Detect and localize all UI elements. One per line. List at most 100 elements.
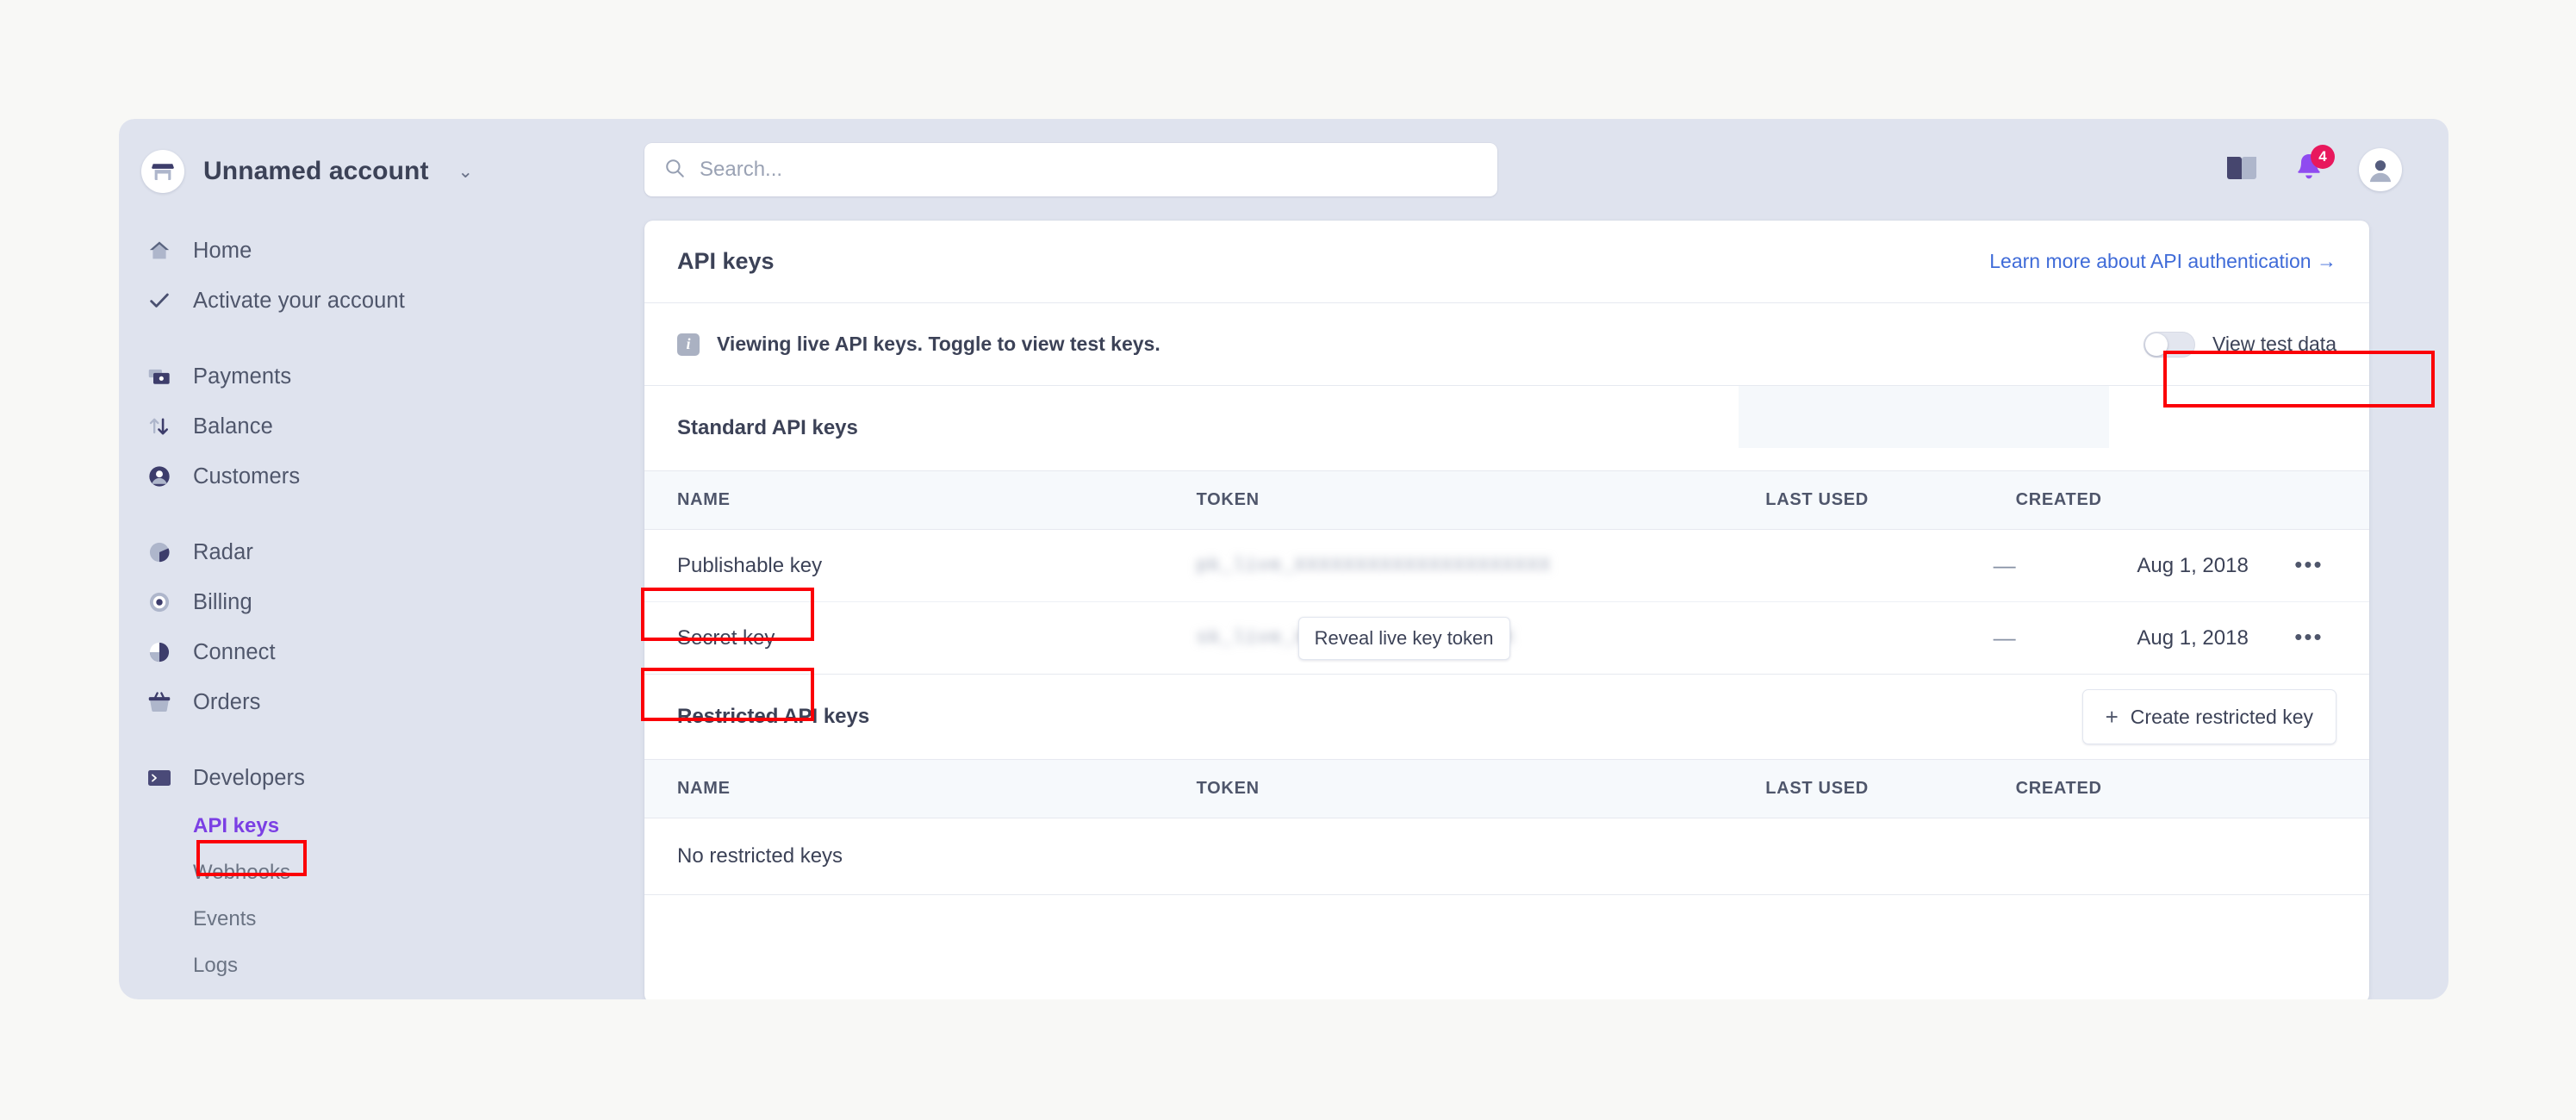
notifications-button[interactable]: 4 <box>2293 144 2335 189</box>
sidebar-item-label: Activate your account <box>193 288 405 313</box>
last-used-value: — <box>1993 552 2016 578</box>
table-header-row: NAME TOKEN LAST USED CREATED <box>644 759 2369 818</box>
table-row[interactable]: Secret key sk_live_XXXXXXXXXXXXXXXXXX Re… <box>644 601 2369 675</box>
avatar[interactable] <box>2359 148 2402 191</box>
sidebar-item-api-keys[interactable]: API keys <box>119 803 610 849</box>
empty-state-row: No restricted keys <box>644 818 2369 895</box>
create-restricted-key-button[interactable]: + Create restricted key <box>2081 689 2336 744</box>
row-actions-menu-icon[interactable]: ••• <box>2294 551 2323 577</box>
search-input[interactable] <box>700 158 1478 182</box>
search-box[interactable] <box>644 143 1497 196</box>
orders-icon <box>145 688 174 717</box>
sidebar-subitem-label: Webhooks <box>193 861 290 884</box>
api-keys-card: API keys Learn more about API authentica… <box>644 221 2369 999</box>
toggle-knob <box>2144 333 2168 356</box>
sidebar-item-balance[interactable]: Balance <box>119 401 610 451</box>
restricted-api-keys-table: NAME TOKEN LAST USED CREATED No restrict… <box>644 759 2369 895</box>
restricted-keys-section-header: Restricted API keys + Create restricted … <box>644 675 2369 759</box>
key-name: Secret key <box>677 625 775 650</box>
sidebar-item-connect[interactable]: Connect <box>119 627 610 677</box>
empty-state-text: No restricted keys <box>644 818 2369 895</box>
sidebar-item-home[interactable]: Home <box>119 226 610 276</box>
search-icon <box>663 157 686 184</box>
toggle-label: View test data <box>2212 333 2336 355</box>
sidebar-item-label: Developers <box>193 765 305 790</box>
billing-icon <box>145 588 174 617</box>
column-header-name: NAME <box>644 759 1197 818</box>
info-icon: i <box>677 333 700 356</box>
balance-icon <box>145 412 174 441</box>
column-header-token: TOKEN <box>1196 470 1766 530</box>
connect-icon <box>145 638 174 667</box>
table-row[interactable]: Publishable key pk_live_XXXXXXXXXXXXXXXX… <box>644 529 2369 602</box>
book-icon[interactable] <box>2224 153 2259 187</box>
column-header-last-used: LAST USED <box>1765 470 2016 530</box>
check-icon <box>145 286 174 315</box>
topbar-actions: 4 <box>2224 144 2414 191</box>
placeholder-block <box>1739 386 2109 448</box>
nav-group-business: Payments Balance Customers <box>119 352 610 501</box>
page-title: API keys <box>677 248 775 274</box>
card-header: API keys Learn more about API authentica… <box>644 221 2369 303</box>
table-header-row: NAME TOKEN LAST USED CREATED <box>644 470 2369 530</box>
section-title: Standard API keys <box>677 416 858 439</box>
customers-icon <box>145 462 174 491</box>
toggle-switch[interactable] <box>2143 331 2195 358</box>
account-name: Unnamed account <box>203 157 429 185</box>
sidebar-item-events[interactable]: Events <box>119 896 610 943</box>
sidebar-subitem-label: API keys <box>193 814 280 837</box>
column-header-actions <box>2248 470 2369 530</box>
home-icon <box>145 236 174 265</box>
nav-group-products: Radar Billing Connect Orders <box>119 527 610 727</box>
sidebar-item-label: Orders <box>193 689 261 714</box>
reveal-live-key-token-button[interactable]: Reveal live key token <box>1297 616 1510 660</box>
nav-group-developers: Developers API keys Webhooks Events Logs <box>119 753 610 989</box>
created-value: Aug 1, 2018 <box>2137 625 2249 650</box>
app-window: Unnamed account ⌄ Home Activate your acc… <box>119 119 2448 999</box>
sidebar-item-label: Home <box>193 238 252 263</box>
sidebar-item-billing[interactable]: Billing <box>119 577 610 627</box>
row-actions-menu-icon[interactable]: ••• <box>2294 624 2323 650</box>
column-header-name: NAME <box>644 470 1197 530</box>
live-keys-banner: i Viewing live API keys. Toggle to view … <box>644 303 2369 386</box>
sidebar-item-label: Customers <box>193 464 301 488</box>
sidebar: Unnamed account ⌄ Home Activate your acc… <box>119 119 610 999</box>
sidebar-item-payments[interactable]: Payments <box>119 352 610 401</box>
column-header-created: CREATED <box>2015 759 2249 818</box>
create-restricted-key-label: Create restricted key <box>2130 705 2313 728</box>
topbar: 4 <box>610 119 2448 221</box>
sidebar-item-activate-your-account[interactable]: Activate your account <box>119 276 610 326</box>
payments-icon <box>145 362 174 391</box>
sidebar-item-label: Billing <box>193 589 252 614</box>
key-token-masked: pk_live_XXXXXXXXXXXXXXXXXXXXX <box>1196 555 1552 576</box>
section-title: Restricted API keys <box>677 705 870 728</box>
sidebar-item-radar[interactable]: Radar <box>119 527 610 577</box>
notification-count-badge: 4 <box>2311 144 2335 169</box>
column-header-last-used: LAST USED <box>1765 759 2016 818</box>
plus-icon: + <box>2105 704 2119 730</box>
account-switcher[interactable]: Unnamed account ⌄ <box>119 143 610 200</box>
banner-text: Viewing live API keys. Toggle to view te… <box>717 333 1160 355</box>
sidebar-item-label: Radar <box>193 539 253 564</box>
last-used-value: — <box>1993 625 2016 650</box>
sidebar-item-webhooks[interactable]: Webhooks <box>119 849 610 896</box>
sidebar-item-label: Payments <box>193 364 292 389</box>
sidebar-item-label: Connect <box>193 639 276 664</box>
sidebar-subitem-label: Logs <box>193 954 239 977</box>
sidebar-item-customers[interactable]: Customers <box>119 451 610 501</box>
radar-icon <box>145 538 174 567</box>
learn-more-link[interactable]: Learn more about API authentication → <box>1989 250 2336 273</box>
sidebar-subitem-label: Events <box>193 907 257 930</box>
content-area: 4 API keys Learn more about API authenti… <box>610 119 2448 999</box>
sidebar-item-developers[interactable]: Developers <box>119 753 610 803</box>
sidebar-item-logs[interactable]: Logs <box>119 943 610 989</box>
column-header-actions <box>2248 759 2369 818</box>
key-name: Publishable key <box>677 553 823 577</box>
created-value: Aug 1, 2018 <box>2137 553 2249 577</box>
token-cell: sk_live_XXXXXXXXXXXXXXXXXX Reveal live k… <box>1197 616 1766 660</box>
account-store-icon <box>141 150 184 193</box>
view-test-data-toggle[interactable]: View test data <box>2143 331 2336 358</box>
sidebar-item-orders[interactable]: Orders <box>119 677 610 727</box>
nav-group-primary: Home Activate your account <box>119 226 610 326</box>
chevron-down-icon: ⌄ <box>457 161 474 182</box>
